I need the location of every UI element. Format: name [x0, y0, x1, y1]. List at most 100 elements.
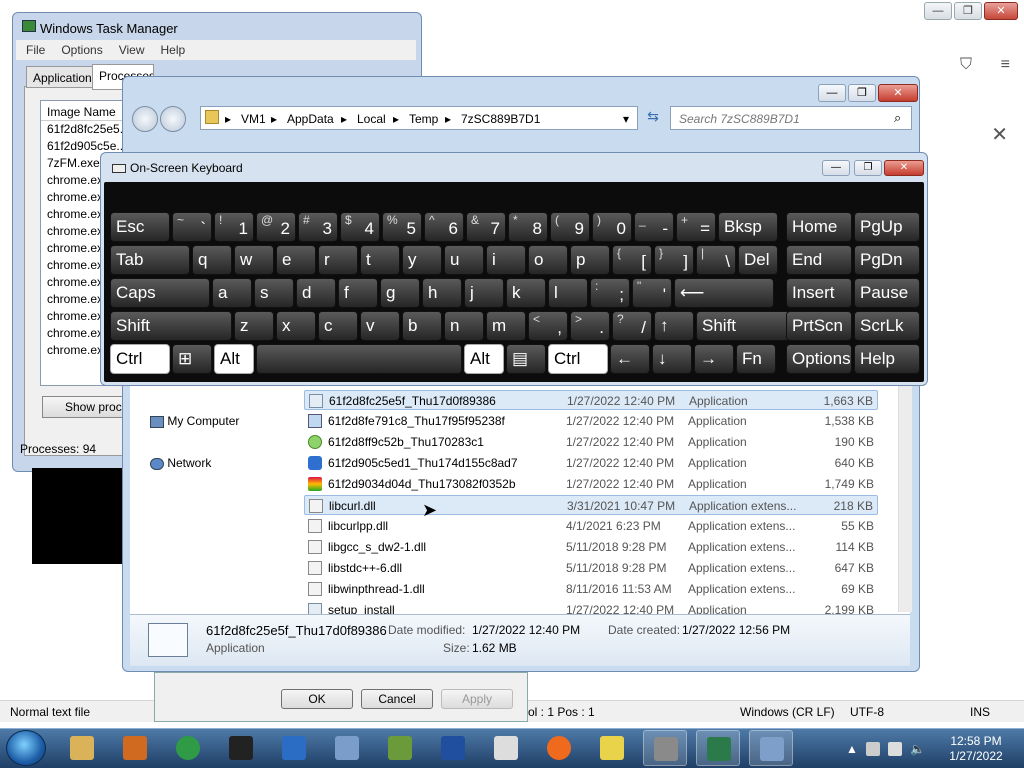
keyboard-key[interactable]: ~ ` [172, 212, 212, 242]
keyboard-key[interactable]: o [528, 245, 568, 275]
ok-button[interactable]: OK [281, 689, 353, 709]
keyboard-key[interactable]: $4 [340, 212, 380, 242]
keyboard-key[interactable]: ! 1 [214, 212, 254, 242]
show-processes-button[interactable]: Show processes from all users [42, 396, 132, 418]
menu-view[interactable]: View [119, 43, 145, 57]
keyboard-key[interactable]: :; [590, 278, 630, 308]
breadcrumb-item[interactable]: 7zSC889B7D1 [461, 112, 540, 126]
keyboard-key[interactable]: ▤ [506, 344, 546, 374]
taskbar-item[interactable] [378, 730, 422, 766]
keyboard-key[interactable]: g [380, 278, 420, 308]
keyboard-key[interactable]: Alt [464, 344, 504, 374]
taskbar-item[interactable] [749, 730, 793, 766]
keyboard-key[interactable]: PgUp [854, 212, 920, 242]
close-icon[interactable]: ✕ [878, 84, 918, 102]
keyboard-key[interactable]: ↑ [654, 311, 694, 341]
keyboard-key[interactable]: {[ [612, 245, 652, 275]
taskbar-item[interactable] [325, 730, 369, 766]
search-icon[interactable]: ⌕ [894, 110, 901, 126]
refresh-icon[interactable]: ⇆ [642, 108, 664, 128]
taskbar-item[interactable] [272, 730, 316, 766]
keyboard-key[interactable]: a [212, 278, 252, 308]
keyboard-key[interactable]: Tab [110, 245, 190, 275]
keyboard-key[interactable]: Alt [214, 344, 254, 374]
keyboard-key[interactable] [256, 344, 462, 374]
close-icon[interactable]: ✕ [884, 160, 924, 176]
breadcrumb-item[interactable]: Local [357, 112, 386, 126]
nav-network[interactable]: Network [150, 456, 211, 470]
keyboard-key[interactable]: Ctrl [548, 344, 608, 374]
keyboard-key[interactable]: ⊞ [172, 344, 212, 374]
keyboard-key[interactable]: Bksp [718, 212, 778, 242]
keyboard-key[interactable]: (9 [550, 212, 590, 242]
keyboard-key[interactable]: + = [676, 212, 716, 242]
breadcrumb-item[interactable]: AppData [287, 112, 334, 126]
keyboard-key[interactable]: PrtScn [786, 311, 852, 341]
back-icon[interactable] [132, 106, 158, 132]
keyboard-key[interactable]: l [548, 278, 588, 308]
menu-options[interactable]: Options [61, 43, 102, 57]
minimize-icon[interactable]: — [822, 160, 850, 176]
nav-my-computer[interactable]: My Computer [150, 414, 239, 428]
keyboard-key[interactable]: End [786, 245, 852, 275]
keyboard-key[interactable]: ← [610, 344, 650, 374]
keyboard-key[interactable]: " ' [632, 278, 672, 308]
table-row[interactable]: libgcc_s_dw2-1.dll 5/11/2018 9:28 PM App… [304, 537, 878, 557]
menu-help[interactable]: Help [161, 43, 186, 57]
keyboard-key[interactable]: → [694, 344, 734, 374]
keyboard-key[interactable]: ScrLk [854, 311, 920, 341]
table-row[interactable]: 61f2d8ff9c52b_Thu170283c1 1/27/2022 12:4… [304, 432, 878, 452]
keyboard-key[interactable]: Pause [854, 278, 920, 308]
cancel-button[interactable]: Cancel [361, 689, 433, 709]
vertical-scrollbar[interactable] [898, 384, 912, 612]
tray-arrow-icon[interactable]: ▲ [846, 742, 858, 756]
keyboard-key[interactable]: j [464, 278, 504, 308]
taskbar-item[interactable] [643, 730, 687, 766]
taskbar-item[interactable] [696, 730, 740, 766]
chevron-down-icon[interactable]: ▾ [623, 112, 629, 126]
keyboard-key[interactable]: Ctrl [110, 344, 170, 374]
keyboard-key[interactable]: }] [654, 245, 694, 275]
keyboard-key[interactable]: u [444, 245, 484, 275]
keyboard-key[interactable]: f [338, 278, 378, 308]
table-row[interactable]: 61f2d9034d04d_Thu173082f0352b 1/27/2022 … [304, 474, 878, 494]
breadcrumb-item[interactable]: VM1 [241, 112, 266, 126]
close-icon[interactable]: ✕ [984, 2, 1018, 20]
taskbar-item[interactable] [113, 730, 157, 766]
keyboard-key[interactable]: | \ [696, 245, 736, 275]
keyboard-key[interactable]: Insert [786, 278, 852, 308]
keyboard-key[interactable]: e [276, 245, 316, 275]
keyboard-key[interactable]: Fn [736, 344, 776, 374]
taskbar-item[interactable] [60, 730, 104, 766]
volume-icon[interactable]: 🔈 [910, 742, 925, 756]
keyboard-key[interactable]: n [444, 311, 484, 341]
breadcrumb-item[interactable]: Temp [409, 112, 438, 126]
keyboard-key[interactable]: y [402, 245, 442, 275]
keyboard-key[interactable]: Caps [110, 278, 210, 308]
keyboard-key[interactable]: b [402, 311, 442, 341]
taskbar-item[interactable] [219, 730, 263, 766]
minimize-icon[interactable]: — [818, 84, 846, 102]
keyboard-key[interactable]: d [296, 278, 336, 308]
keyboard-key[interactable]: q [192, 245, 232, 275]
keyboard-key[interactable]: r [318, 245, 358, 275]
address-bar[interactable]: ▸ VM1 ▸ AppData ▸ Local ▸ Temp ▸ 7zSC889… [200, 106, 638, 130]
table-row[interactable]: libcurlpp.dll 4/1/2021 6:23 PM Applicati… [304, 516, 878, 536]
keyboard-key[interactable]: Help [854, 344, 920, 374]
keyboard-key[interactable]: ⟵ [674, 278, 774, 308]
menu-file[interactable]: File [26, 43, 45, 57]
keyboard-key[interactable]: z [234, 311, 274, 341]
keyboard-key[interactable]: k [506, 278, 546, 308]
apply-button[interactable]: Apply [441, 689, 513, 709]
keyboard-key[interactable]: >. [570, 311, 610, 341]
maximize-icon[interactable]: ❐ [848, 84, 876, 102]
table-row[interactable]: libstdc++-6.dll 5/11/2018 9:28 PM Applic… [304, 558, 878, 578]
keyboard-key[interactable]: c [318, 311, 358, 341]
close-icon[interactable]: ✕ [991, 122, 1008, 147]
keyboard-key[interactable]: x [276, 311, 316, 341]
keyboard-key[interactable]: ) 0 [592, 212, 632, 242]
network-status-icon[interactable] [888, 742, 902, 756]
keyboard-key[interactable]: p [570, 245, 610, 275]
keyboard-key[interactable]: m [486, 311, 526, 341]
keyboard-key[interactable]: & 7 [466, 212, 506, 242]
